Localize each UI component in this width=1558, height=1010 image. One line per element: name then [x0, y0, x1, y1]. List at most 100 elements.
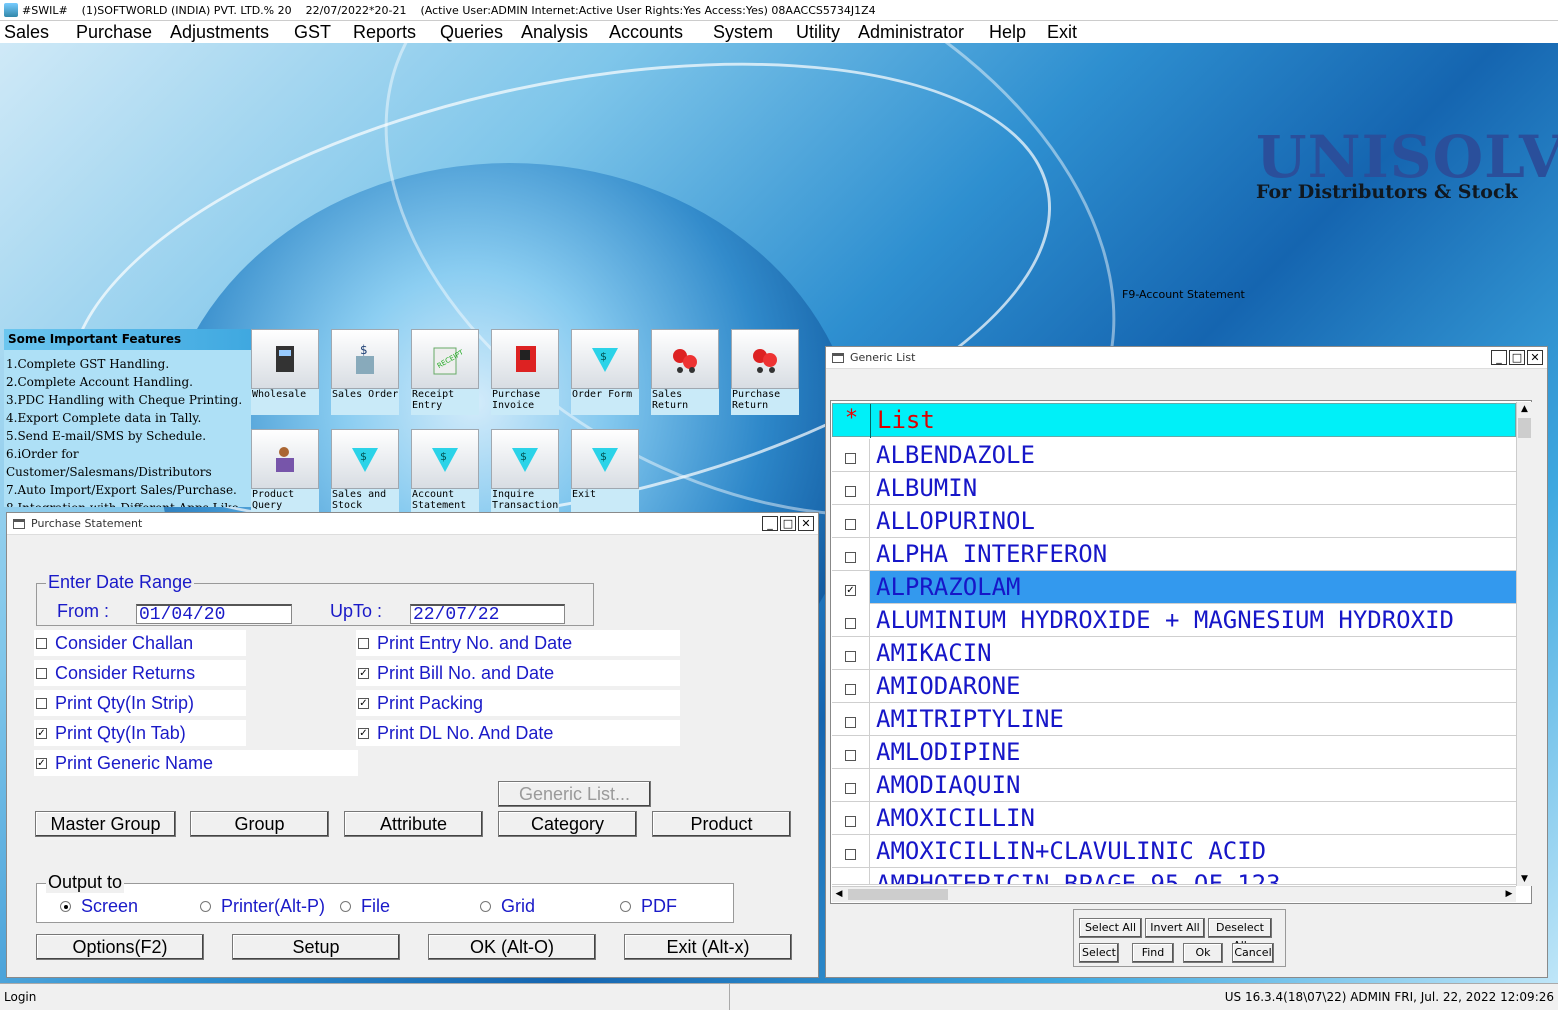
list-item[interactable]: ALLOPURINOL [832, 505, 1516, 538]
product-button[interactable]: Product [652, 811, 791, 837]
list-item[interactable]: ALBUMIN [832, 472, 1516, 505]
tile-receipt-entry[interactable]: RECEIPT Receipt Entry [411, 329, 481, 417]
minimize-icon[interactable]: _ [762, 516, 778, 531]
print-qty-strip-checkbox[interactable]: Print Qty(In Strip) [34, 690, 246, 716]
list-item[interactable]: AMIODARONE [832, 670, 1516, 703]
tile-sales-order[interactable]: $ Sales Order [331, 329, 401, 417]
print-qty-tab-checkbox[interactable]: ✓ Print Qty(In Tab) [34, 720, 246, 746]
exit-button[interactable]: Exit (Alt-x) [624, 934, 792, 960]
item-checkbox[interactable] [845, 453, 856, 464]
list-item[interactable]: ✓ ALPRAZOLAM [832, 571, 1516, 604]
list-item[interactable]: AMOXICILLIN [832, 802, 1516, 835]
item-checkbox[interactable]: ✓ [845, 585, 856, 596]
window-title: Purchase Statement _ □ ✕ [7, 513, 818, 535]
menu-exit[interactable]: Exit [1047, 22, 1077, 43]
list-item[interactable]: AMLODIPINE [832, 736, 1516, 769]
menu-utility[interactable]: Utility [796, 22, 840, 43]
deselect-all-button[interactable]: Deselect All [1208, 918, 1272, 952]
select-button[interactable]: Select [1079, 943, 1119, 963]
upto-date-input[interactable]: 22/07/22 [410, 604, 565, 624]
print-entry-no-checkbox[interactable]: Print Entry No. and Date [356, 630, 680, 656]
item-checkbox[interactable] [845, 750, 856, 761]
tile-product-query[interactable]: Product Query [251, 429, 321, 517]
menu-system[interactable]: System [713, 22, 773, 43]
consider-returns-checkbox[interactable]: Consider Returns [34, 660, 246, 686]
consider-challan-checkbox[interactable]: Consider Challan [34, 630, 246, 656]
list-item[interactable]: ALBENDAZOLE [832, 439, 1516, 472]
item-checkbox[interactable] [845, 816, 856, 827]
tile-sales-and-stock[interactable]: $ Sales and Stock [331, 429, 401, 517]
item-checkbox[interactable] [845, 783, 856, 794]
scroll-left-icon[interactable]: ◀ [832, 887, 846, 902]
list-item[interactable]: AMPHOTERICIN BPAGE 95 OF 123 [832, 868, 1516, 885]
tile-purchase-return[interactable]: Purchase Return [731, 329, 801, 417]
setup-button[interactable]: Setup [232, 934, 400, 960]
list-item[interactable]: AMIKACIN [832, 637, 1516, 670]
print-dl-no-checkbox[interactable]: ✓ Print DL No. And Date [356, 720, 680, 746]
output-file-radio[interactable]: File [340, 896, 390, 917]
item-checkbox[interactable] [845, 552, 856, 563]
list-item[interactable]: AMODIAQUIN [832, 769, 1516, 802]
attribute-button[interactable]: Attribute [344, 811, 483, 837]
item-checkbox[interactable] [845, 519, 856, 530]
item-checkbox[interactable] [845, 651, 856, 662]
close-icon[interactable]: ✕ [798, 516, 814, 531]
menu-help[interactable]: Help [989, 22, 1026, 43]
list-item[interactable]: ALUMINIUM HYDROXIDE + MAGNESIUM HYDROXID [832, 604, 1516, 637]
cancel-button[interactable]: Cancel [1232, 943, 1274, 963]
minimize-icon[interactable]: _ [1491, 350, 1507, 365]
scroll-thumb[interactable] [848, 889, 948, 900]
menu-analysis[interactable]: Analysis [521, 22, 588, 43]
item-checkbox[interactable] [845, 717, 856, 728]
print-bill-no-checkbox[interactable]: ✓ Print Bill No. and Date [356, 660, 680, 686]
group-button[interactable]: Group [190, 811, 329, 837]
category-button[interactable]: Category [498, 811, 637, 837]
menu-purchase[interactable]: Purchase [76, 22, 152, 43]
print-generic-name-checkbox[interactable]: ✓ Print Generic Name [34, 750, 358, 776]
tile-sales-return[interactable]: Sales Return [651, 329, 721, 417]
scroll-thumb[interactable] [1518, 418, 1531, 438]
list-item[interactable]: AMOXICILLIN+CLAVULINIC ACID [832, 835, 1516, 868]
options-button[interactable]: Options(F2) [36, 934, 204, 960]
item-checkbox[interactable] [845, 684, 856, 695]
output-grid-radio[interactable]: Grid [480, 896, 535, 917]
generic-list-button[interactable]: Generic List... [498, 781, 651, 807]
scroll-up-icon[interactable]: ▲ [1517, 402, 1532, 416]
scroll-right-icon[interactable]: ▶ [1502, 887, 1516, 902]
scroll-down-icon[interactable]: ▼ [1517, 872, 1532, 886]
tile-purchase-invoice[interactable]: Purchase Invoice [491, 329, 561, 417]
tile-wholesale[interactable]: Wholesale [251, 329, 321, 417]
maximize-icon[interactable]: □ [780, 516, 796, 531]
find-button[interactable]: Find [1132, 943, 1174, 963]
menu-adjustments[interactable]: Adjustments [170, 22, 269, 43]
maximize-icon[interactable]: □ [1509, 350, 1525, 365]
output-pdf-radio[interactable]: PDF [620, 896, 677, 917]
item-checkbox[interactable] [845, 849, 856, 860]
print-packing-checkbox[interactable]: ✓ Print Packing [356, 690, 680, 716]
list-item[interactable]: AMITRIPTYLINE [832, 703, 1516, 736]
menu-gst[interactable]: GST [294, 22, 331, 43]
item-checkbox[interactable] [845, 486, 856, 497]
select-all-button[interactable]: Select All [1079, 918, 1142, 938]
menu-sales[interactable]: Sales [4, 22, 49, 43]
tile-exit[interactable]: $ Exit [571, 429, 641, 517]
menu-reports[interactable]: Reports [353, 22, 416, 43]
tile-account-statement[interactable]: $ Account Statement [411, 429, 481, 517]
tile-inquire-transaction[interactable]: $ Inquire Transaction [491, 429, 561, 517]
master-group-button[interactable]: Master Group [35, 811, 176, 837]
from-date-input[interactable]: 01/04/20 [136, 604, 292, 624]
invert-all-button[interactable]: Invert All [1145, 918, 1205, 938]
ok-button[interactable]: OK (Alt-O) [428, 934, 596, 960]
close-icon[interactable]: ✕ [1527, 350, 1543, 365]
vertical-scrollbar[interactable]: ▲ ▼ [1516, 402, 1532, 886]
output-screen-radio[interactable]: Screen [60, 896, 138, 917]
item-checkbox[interactable] [845, 618, 856, 629]
menu-administrator[interactable]: Administrator [858, 22, 964, 43]
menu-accounts[interactable]: Accounts [609, 22, 683, 43]
menu-queries[interactable]: Queries [440, 22, 503, 43]
output-printer-radio[interactable]: Printer(Alt-P) [200, 896, 325, 917]
list-item[interactable]: ALPHA INTERFERON [832, 538, 1516, 571]
ok-small-button[interactable]: Ok [1183, 943, 1223, 963]
tile-order-form[interactable]: $ Order Form [571, 329, 641, 417]
horizontal-scrollbar[interactable]: ◀ ▶ [832, 886, 1516, 902]
